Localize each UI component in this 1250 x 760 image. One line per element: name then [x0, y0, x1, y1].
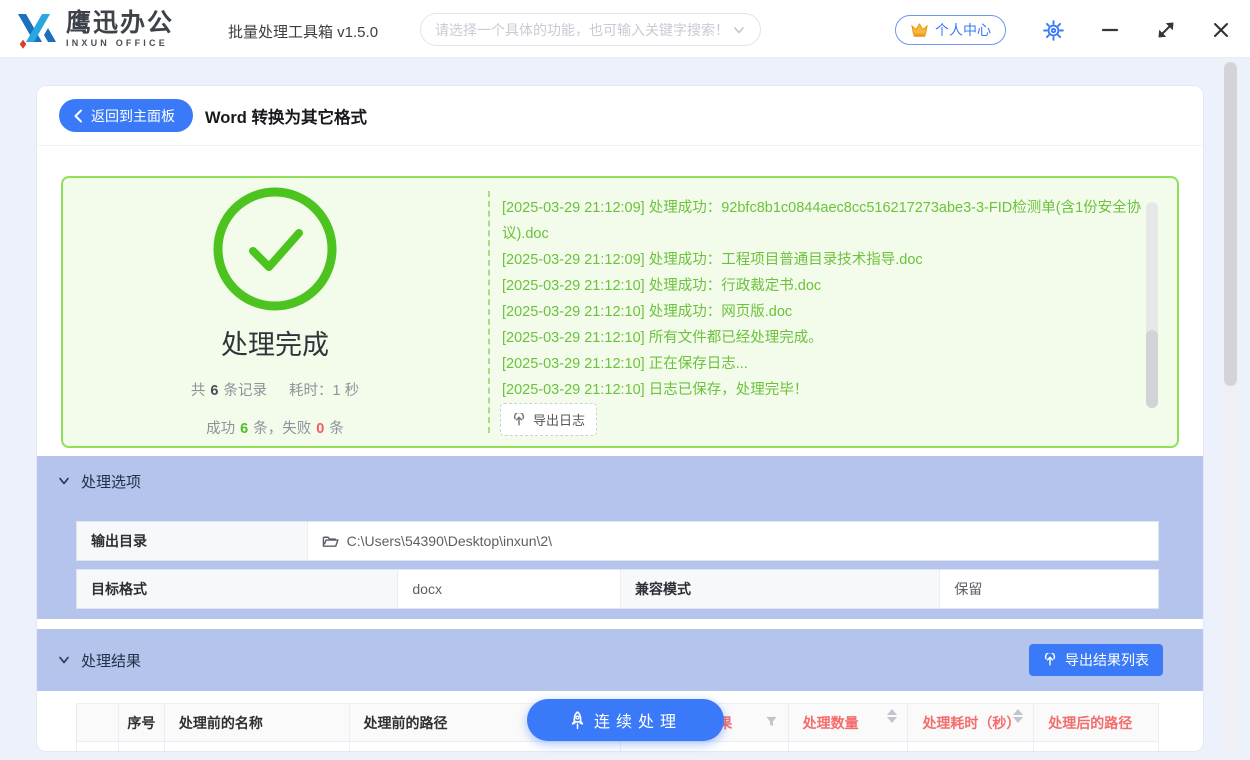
chevron-down-icon [732, 23, 746, 37]
column-header-path-after: 处理后的路径 [1034, 704, 1158, 741]
column-header-elapsed: 处理耗时（秒） [908, 704, 1034, 741]
logo-x-icon [14, 8, 60, 50]
collapse-chevron-icon [57, 474, 71, 488]
continue-button-label: 连续处理 [594, 708, 682, 732]
options-body: 输出目录 C:\Users\54390\Desktop\inxun\2\ 目标格… [37, 506, 1204, 619]
export-result-label: 导出结果列表 [1065, 650, 1149, 670]
window-resize-button[interactable] [1151, 15, 1181, 45]
sort-icon[interactable] [1013, 709, 1023, 723]
record-count-line: 共6条记录耗时：1 秒 [191, 379, 359, 400]
result-summary-panel: 处理完成 共6条记录耗时：1 秒 成功6条，失败0条 [2025-03-29 2… [61, 176, 1179, 448]
continue-process-button[interactable]: 连续处理 [527, 699, 724, 741]
window-minimize-button[interactable] [1095, 15, 1125, 45]
function-search-select[interactable]: 请选择一个具体的功能，也可输入关键字搜索！ [420, 13, 761, 46]
process-log-list: [2025-03-29 21:12:09] 处理成功：92bfc8b1c0844… [488, 191, 1148, 433]
brand-name-cn: 鹰迅办公 [66, 11, 174, 36]
rocket-icon [569, 711, 586, 730]
filter-icon[interactable] [765, 715, 778, 731]
success-check-icon [211, 185, 339, 313]
total-count: 6 [210, 383, 218, 399]
resize-diagonal-icon [1157, 21, 1175, 39]
export-icon [1043, 653, 1057, 667]
main-panel: 返回到主面板 Word 转换为其它格式 处理完成 共6条记录耗时：1 秒 成功6… [36, 85, 1204, 752]
sort-icon[interactable] [887, 709, 897, 723]
fail-count: 0 [316, 421, 324, 437]
export-log-label: 导出日志 [533, 410, 585, 429]
log-line: [2025-03-29 21:12:10] 处理成功：网页版.doc [502, 299, 1148, 325]
format-options-row: 目标格式 docx 兼容模式 保留 [76, 569, 1159, 609]
gear-icon [1043, 20, 1064, 41]
output-dir-value: C:\Users\54390\Desktop\inxun\2\ [347, 533, 552, 549]
options-section-header[interactable]: 处理选项 [37, 456, 1204, 506]
back-button-label: 返回到主面板 [91, 106, 175, 126]
log-line: [2025-03-29 21:12:10] 所有文件都已经处理完成。 [502, 325, 1148, 351]
back-to-dashboard-button[interactable]: 返回到主面板 [59, 99, 193, 132]
log-line: [2025-03-29 21:12:10] 处理成功：行政裁定书.doc [502, 273, 1148, 299]
minimize-icon [1101, 21, 1119, 39]
export-result-list-button[interactable]: 导出结果列表 [1029, 644, 1163, 676]
brand-name-en: INXUN OFFICE [66, 39, 174, 48]
column-header-index: 序号 [119, 704, 165, 741]
window-scrollbar-thumb[interactable] [1224, 62, 1237, 386]
status-title: 处理完成 [221, 323, 329, 362]
log-line: [2025-03-29 21:12:09] 处理成功：工程项目普通目录技术指导.… [502, 247, 1148, 273]
settings-button[interactable] [1038, 15, 1068, 45]
window-close-button[interactable] [1206, 15, 1236, 45]
folder-icon [322, 534, 339, 549]
log-line: [2025-03-29 21:12:10] 日志已保存，处理完毕！ [502, 377, 1148, 403]
options-section-title: 处理选项 [81, 471, 141, 492]
select-column-header[interactable] [77, 704, 119, 741]
elapsed-time: 耗时：1 秒 [289, 383, 359, 399]
page-title: Word 转换为其它格式 [205, 104, 367, 128]
output-dir-label: 输出目录 [77, 522, 308, 560]
output-dir-field[interactable]: C:\Users\54390\Desktop\inxun\2\ [308, 522, 1158, 560]
chevron-left-icon [73, 109, 83, 123]
target-format-value[interactable]: docx [398, 570, 621, 608]
app-header: 鹰迅办公 INXUN OFFICE 批量处理工具箱 v1.5.0 请选择一个具体… [0, 0, 1250, 58]
compat-mode-value[interactable]: 保留 [940, 570, 1158, 608]
export-log-button[interactable]: 导出日志 [500, 403, 597, 436]
output-dir-row: 输出目录 C:\Users\54390\Desktop\inxun\2\ [76, 521, 1159, 561]
page-header: 返回到主面板 Word 转换为其它格式 [37, 86, 1203, 146]
target-format-label: 目标格式 [77, 570, 398, 608]
log-line: [2025-03-29 21:12:09] 处理成功：92bfc8b1c0844… [502, 195, 1148, 247]
column-header-count: 处理数量 [789, 704, 909, 741]
app-logo: 鹰迅办公 INXUN OFFICE [14, 8, 174, 50]
log-line: [2025-03-29 21:12:10] 正在保存日志... [502, 351, 1148, 377]
user-center-button[interactable]: 个人中心 [895, 15, 1006, 45]
log-scrollbar-thumb[interactable] [1146, 330, 1158, 408]
close-icon [1212, 21, 1230, 39]
results-section-title: 处理结果 [81, 650, 141, 671]
table-row[interactable] [77, 742, 1158, 752]
window-scrollbar[interactable] [1223, 60, 1238, 758]
user-center-label: 个人中心 [935, 20, 991, 40]
compat-mode-label: 兼容模式 [621, 570, 940, 608]
column-header-name-before: 处理前的名称 [165, 704, 350, 741]
log-scrollbar[interactable] [1146, 202, 1158, 408]
crown-icon [910, 22, 929, 38]
results-section-header[interactable]: 处理结果 导出结果列表 [37, 629, 1204, 691]
search-placeholder: 请选择一个具体的功能，也可输入关键字搜索！ [435, 20, 732, 40]
export-icon [512, 413, 526, 427]
collapse-chevron-icon [57, 653, 71, 667]
success-count: 6 [240, 421, 248, 437]
app-subtitle: 批量处理工具箱 v1.5.0 [228, 21, 378, 42]
success-fail-line: 成功6条，失败0条 [206, 417, 344, 438]
